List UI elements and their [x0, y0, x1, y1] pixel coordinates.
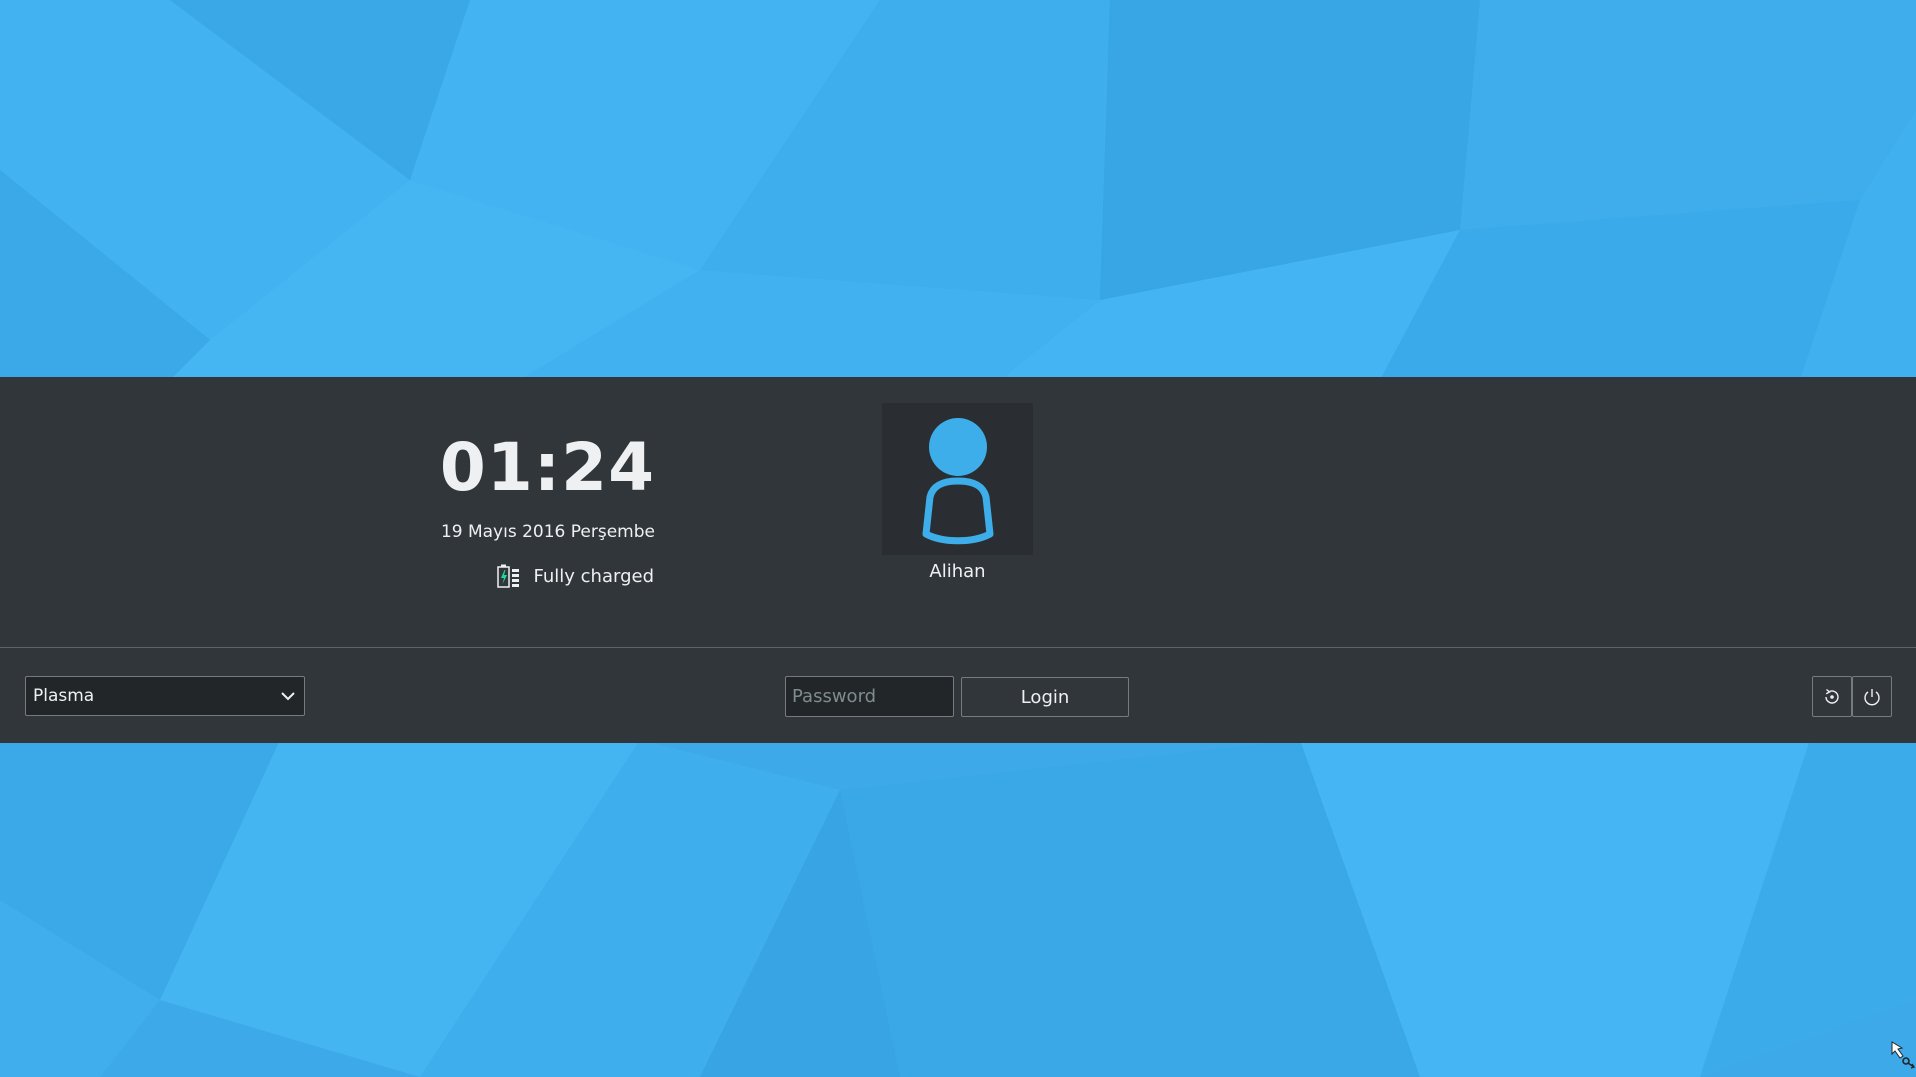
- session-selected: Plasma: [33, 686, 95, 706]
- session-select[interactable]: Plasma: [25, 676, 305, 716]
- user-avatar-icon: [922, 418, 993, 545]
- login-button[interactable]: Login: [961, 677, 1129, 717]
- divider: [0, 647, 1916, 648]
- battery-charging-icon: [496, 563, 522, 589]
- shutdown-button[interactable]: [1852, 676, 1892, 717]
- clock-date: 19 Mayıs 2016 Perşembe: [440, 522, 655, 542]
- power-icon: [1864, 688, 1880, 705]
- password-input[interactable]: [785, 676, 954, 717]
- reboot-icon: [1825, 688, 1839, 704]
- battery-status: Fully charged: [496, 563, 655, 589]
- reboot-button[interactable]: [1812, 676, 1852, 717]
- user-card[interactable]: Alihan: [882, 403, 1033, 582]
- avatar[interactable]: [882, 403, 1033, 555]
- mouse-cursor-icon: [1890, 1040, 1916, 1074]
- clock-time: 01:24: [439, 429, 655, 506]
- username: Alihan: [929, 561, 986, 582]
- battery-label: Fully charged: [533, 565, 655, 587]
- login-panel: 01:24 19 Mayıs 2016 Perşembe Fully charg…: [0, 377, 1916, 743]
- chevron-down-icon: [280, 686, 296, 706]
